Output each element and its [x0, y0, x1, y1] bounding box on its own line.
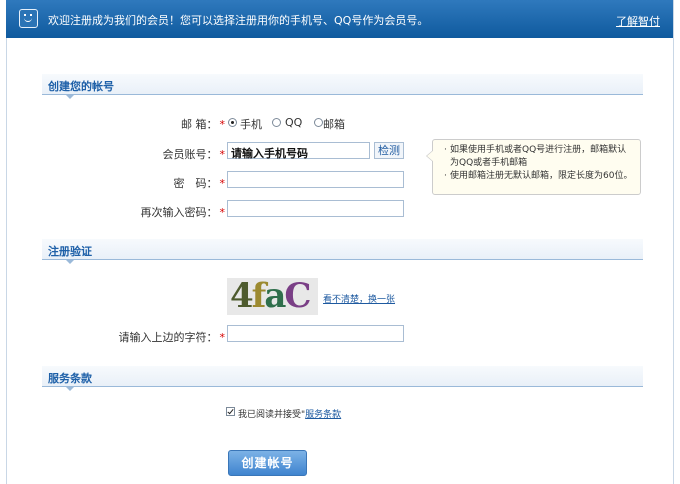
confirm-password-label-text: 再次输入密码：: [140, 206, 218, 219]
mailbox-label: 邮 箱： *: [150, 116, 225, 132]
section-terms: 服务条款: [42, 366, 643, 391]
password-label: 密 码： *: [130, 175, 226, 191]
welcome-message: 欢迎注册成为我们的会员！您可以选择注册用你的手机号、QQ号作为会员号。: [48, 14, 429, 27]
radio-email[interactable]: [314, 118, 323, 127]
create-account-button[interactable]: 创建帐号: [228, 450, 307, 476]
radio-qq-label: QQ: [285, 116, 303, 129]
password-label-text: 密 码：: [173, 177, 218, 190]
section-arrow-icon: [66, 387, 74, 391]
confirm-password-input[interactable]: [227, 200, 404, 217]
password-input[interactable]: [227, 171, 404, 188]
captcha-char: 4: [230, 278, 254, 315]
required-mark: *: [219, 148, 226, 161]
section-title: 创建您的帐号: [48, 80, 114, 93]
radio-qq[interactable]: [272, 118, 281, 127]
captcha-char: a: [264, 278, 286, 315]
section-arrow-icon: [66, 260, 74, 264]
captcha-refresh-link[interactable]: 看不清楚，换一张: [323, 292, 395, 305]
radio-phone-label: 手机: [240, 118, 262, 131]
check-button[interactable]: 检测: [374, 142, 404, 159]
confirm-password-label: 再次输入密码： *: [110, 204, 226, 220]
terms-link[interactable]: 服务条款: [305, 410, 341, 420]
required-mark: *: [219, 177, 226, 190]
account-input[interactable]: 请输入手机号码: [227, 142, 370, 160]
radio-email-label: 邮箱: [323, 118, 345, 131]
captcha-input[interactable]: [227, 325, 404, 342]
top-bar: 欢迎注册成为我们的会员！您可以选择注册用你的手机号、QQ号作为会员号。 了解智付: [6, 0, 673, 38]
account-label-text: 会员账号：: [162, 148, 218, 161]
required-mark: *: [219, 118, 226, 131]
captcha-input-label: 请输入上边的字符： *: [100, 329, 226, 345]
mailbox-label-text: 邮 箱：: [181, 118, 218, 131]
section-title: 服务条款: [48, 372, 92, 385]
captcha-char: C: [284, 278, 311, 315]
account-label: 会员账号： *: [130, 146, 226, 162]
section-arrow-icon: [66, 95, 74, 99]
tip-line-2: 使用邮箱注册无默认邮箱，限定长度为60位。: [444, 170, 634, 183]
section-create-account: 创建您的帐号: [42, 74, 643, 99]
agree-checkbox[interactable]: [226, 407, 235, 416]
account-tip: 如果使用手机或者QQ号进行注册，邮箱默认为QQ或者手机邮箱 使用邮箱注册无默认邮…: [426, 139, 641, 195]
radio-phone[interactable]: [228, 118, 237, 127]
required-mark: *: [219, 206, 226, 219]
tip-line-1: 如果使用手机或者QQ号进行注册，邮箱默认为QQ或者手机邮箱: [444, 144, 634, 170]
section-title: 注册验证: [48, 245, 92, 258]
required-mark: *: [219, 331, 226, 344]
captcha-image[interactable]: 4faC: [227, 278, 318, 315]
agree-text: 我已阅读并接受"服务条款: [238, 407, 341, 420]
agree-label: 我已阅读并接受": [238, 410, 306, 420]
captcha-input-label-text: 请输入上边的字符：: [118, 331, 218, 344]
learn-more-link[interactable]: 了解智付: [616, 13, 660, 29]
captcha-char: f: [251, 278, 267, 315]
section-verification: 注册验证: [42, 239, 643, 264]
smiley-logo-icon: [19, 9, 38, 28]
